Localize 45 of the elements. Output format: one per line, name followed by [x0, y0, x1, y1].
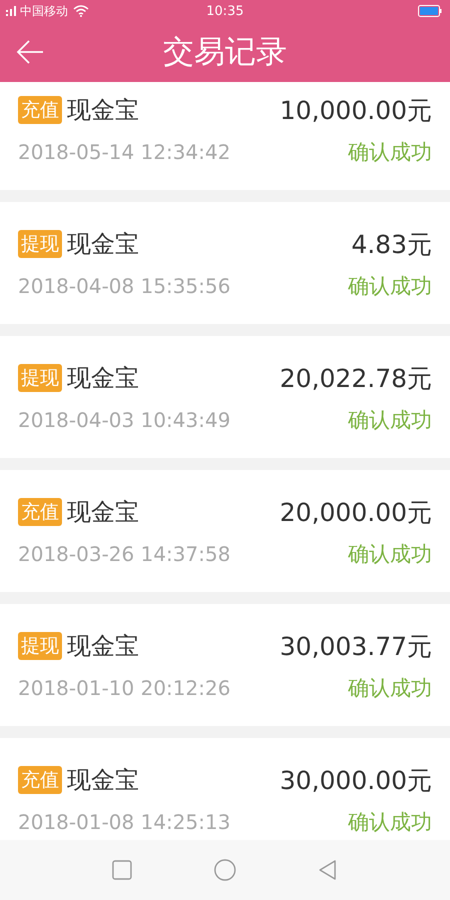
wifi-icon: [73, 5, 89, 17]
transaction-time: 2018-01-08 14:25:13: [18, 810, 230, 834]
amount-text: 20,000.00元: [280, 496, 432, 528]
product-name: 现金宝: [67, 363, 140, 394]
type-tag: 充值: [18, 498, 62, 526]
type-tag: 提现: [18, 364, 62, 392]
amount-text: 10,000.00元: [280, 94, 432, 126]
clock-time: 10:35: [206, 4, 244, 18]
product-name: 现金宝: [67, 497, 140, 528]
signal-icon: [6, 5, 18, 17]
page-title: 交易记录: [163, 33, 287, 72]
transaction-card[interactable]: 充值 现金宝 30,000.00元 2018-01-08 14:25:13 确认成功: [0, 738, 450, 840]
type-tag: 充值: [18, 766, 62, 794]
transaction-time: 2018-03-26 14:37:58: [18, 542, 230, 566]
transaction-card[interactable]: 提现 现金宝 30,003.77元 2018-01-10 20:12:26 确认成功: [0, 604, 450, 726]
transaction-card[interactable]: 提现 现金宝 4.83元 2018-04-08 15:35:56 确认成功: [0, 202, 450, 324]
transaction-time: 2018-04-08 15:35:56: [18, 274, 230, 298]
status-text: 确认成功: [348, 541, 432, 568]
type-tag: 充值: [18, 96, 62, 124]
product-name: 现金宝: [67, 765, 140, 796]
status-text: 确认成功: [348, 809, 432, 836]
status-text: 确认成功: [348, 139, 432, 166]
amount-text: 30,000.00元: [280, 764, 432, 796]
transaction-time: 2018-04-03 10:43:49: [18, 408, 230, 432]
transaction-time: 2018-01-10 20:12:26: [18, 676, 230, 700]
amount-text: 30,003.77元: [280, 630, 432, 662]
status-text: 确认成功: [348, 273, 432, 300]
status-text: 确认成功: [348, 407, 432, 434]
status-text: 确认成功: [348, 675, 432, 702]
type-tag: 提现: [18, 230, 62, 258]
transaction-time: 2018-05-14 12:34:42: [18, 140, 230, 164]
product-name: 现金宝: [67, 95, 140, 126]
carrier-name: 中国移动: [20, 2, 68, 20]
amount-text: 20,022.78元: [280, 362, 432, 394]
transaction-card[interactable]: 提现 现金宝 20,022.78元 2018-04-03 10:43:49 确认成功: [0, 336, 450, 458]
product-name: 现金宝: [67, 229, 140, 260]
amount-text: 4.83元: [351, 228, 432, 260]
recent-apps-icon[interactable]: [110, 859, 133, 881]
product-name: 现金宝: [67, 631, 140, 662]
back-arrow-icon[interactable]: [16, 40, 44, 64]
transaction-card[interactable]: 充值 现金宝 20,000.00元 2018-03-26 14:37:58 确认成功: [0, 470, 450, 592]
battery-icon: [418, 5, 442, 17]
home-icon[interactable]: [214, 859, 236, 881]
transaction-card[interactable]: 充值 现金宝 10,000.00元 2018-05-14 12:34:42 确认成功: [0, 82, 450, 190]
type-tag: 提现: [18, 632, 62, 660]
